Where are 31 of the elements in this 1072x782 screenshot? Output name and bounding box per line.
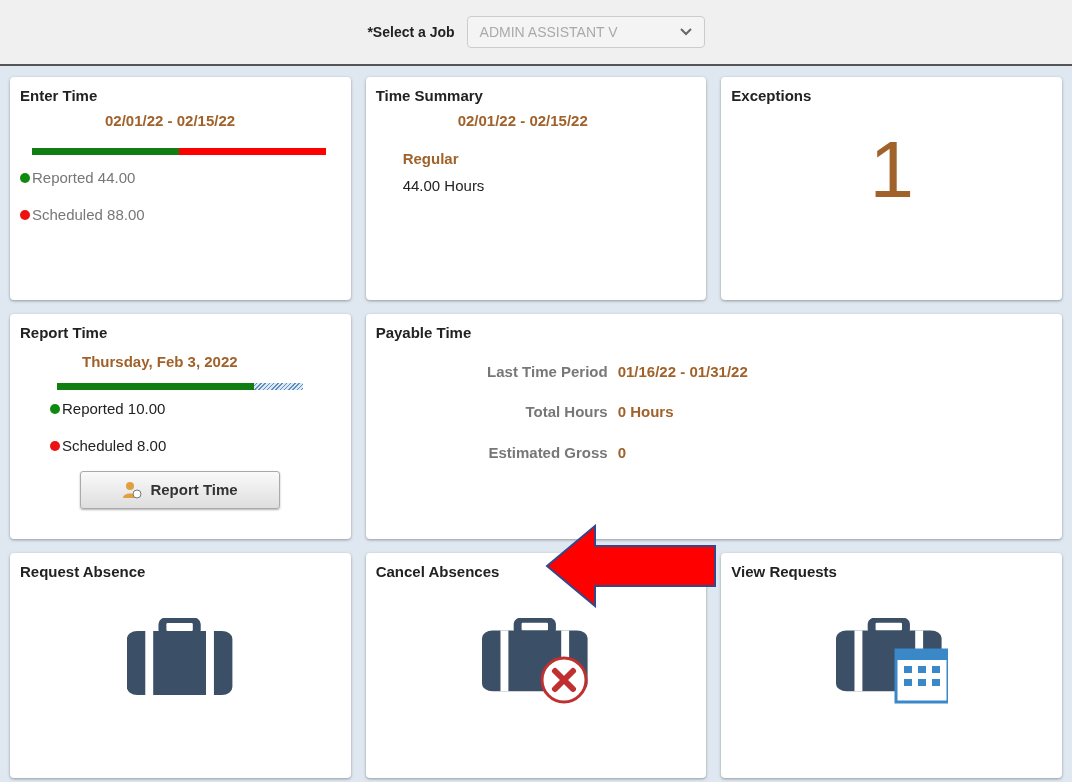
tile-title[interactable]: Enter Time xyxy=(20,85,98,108)
field-value: 0 xyxy=(617,442,627,463)
chevron-down-icon xyxy=(679,28,692,36)
job-label: *Select a Job xyxy=(367,22,455,42)
tile-title[interactable]: Request Absence xyxy=(20,561,146,584)
report-time-button[interactable]: Report Time xyxy=(80,471,280,509)
field-value: 01/16/22 - 01/31/22 xyxy=(617,361,749,382)
tile-title[interactable]: Cancel Absences xyxy=(375,561,500,584)
field-value: 0 Hours xyxy=(617,402,675,422)
legend-label: Reported 44.00 xyxy=(32,168,136,188)
briefcase-cancel-icon xyxy=(482,617,590,704)
tile-title[interactable]: View Requests xyxy=(731,561,837,584)
hours-value: 44.00 Hours xyxy=(401,175,486,196)
exception-count: 1 xyxy=(868,129,915,210)
field-label: Estimated Gross xyxy=(487,442,608,463)
report-date: Thursday, Feb 3, 2022 xyxy=(81,351,239,372)
field-label: Total Hours xyxy=(524,402,608,422)
date-range: 02/01/22 - 02/15/22 xyxy=(104,110,237,131)
tile-title[interactable]: Time Summary xyxy=(375,85,483,108)
briefcase-calendar-icon xyxy=(835,617,948,704)
tile-title[interactable]: Payable Time xyxy=(375,322,472,345)
legend-label: Scheduled 88.00 xyxy=(32,204,145,225)
legend-label: Reported 10.00 xyxy=(62,399,166,419)
category-label: Regular xyxy=(401,149,460,169)
date-range: 02/01/22 - 02/15/22 xyxy=(456,110,589,131)
tile-title[interactable]: Report Time xyxy=(20,322,108,345)
person-clock-icon xyxy=(122,481,143,499)
field-label: Last Time Period xyxy=(486,361,608,382)
briefcase-icon xyxy=(127,617,234,696)
tile-title[interactable]: Exceptions xyxy=(731,85,812,108)
legend-label: Scheduled 8.00 xyxy=(62,435,167,456)
